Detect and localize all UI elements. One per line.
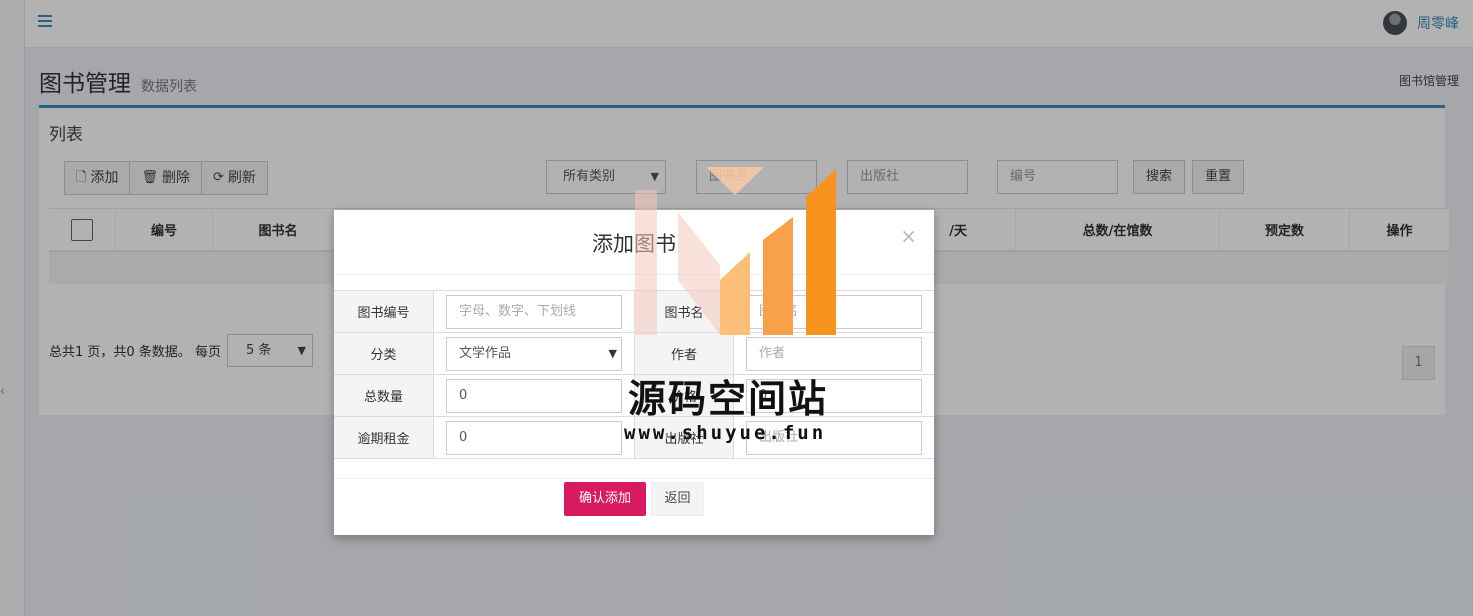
name-label: 图书名 [634,291,734,332]
watermark-url: www.shuyue.fun [624,422,827,444]
watermark-name: 源码空间站 [628,377,829,421]
name-input[interactable]: 图书名 [746,294,922,329]
modal-title: 添加图书 [592,232,676,256]
code-input[interactable]: 字母、数字、下划线 [446,294,622,329]
category-select[interactable]: 文学作品 ▼ [446,336,622,371]
author-input[interactable]: 作者 [746,336,922,371]
confirm-add-button[interactable]: 确认添加 [564,482,646,516]
category-label: 分类 [334,333,434,374]
category-select-value: 文学作品 [459,345,512,361]
form-row: 图书编号 字母、数字、下划线 图书名 图书名 [334,291,934,333]
divider [334,478,934,479]
divider [334,274,934,275]
back-button[interactable]: 返回 [651,482,704,516]
rent-input[interactable]: 0 [446,420,622,455]
total-label: 总数量 [334,375,434,416]
rent-label: 逾期租金 [334,417,434,458]
total-input[interactable]: 0 [446,378,622,413]
chevron-down-icon: ▼ [608,346,617,360]
close-icon[interactable]: × [900,224,917,248]
code-label: 图书编号 [334,291,434,332]
